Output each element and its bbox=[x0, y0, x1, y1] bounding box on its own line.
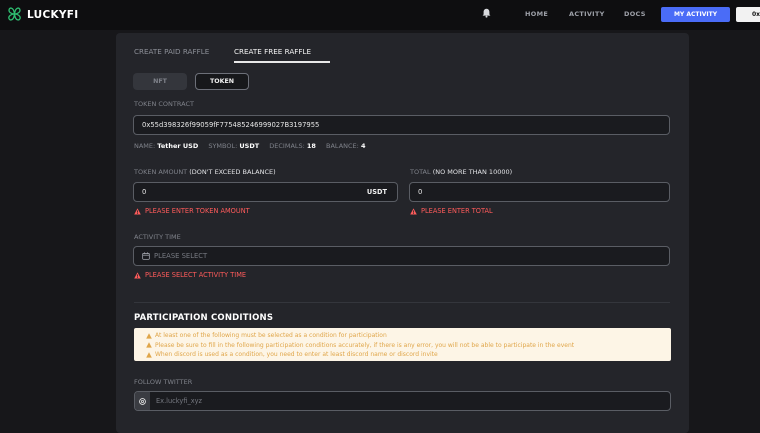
activity-time-placeholder: PLEASE SELECT bbox=[154, 252, 208, 260]
notice-text: When discord is used as a condition, you… bbox=[155, 351, 438, 359]
activity-time-error-text: PLEASE SELECT ACTIVITY TIME bbox=[145, 271, 247, 279]
activity-time-label: ACTIVITY TIME bbox=[134, 233, 181, 241]
total-value: 0 bbox=[418, 188, 423, 196]
activity-time-input[interactable]: PLEASE SELECT bbox=[133, 246, 670, 266]
nft-type-button[interactable]: NFT bbox=[133, 73, 187, 90]
wallet-button[interactable]: 0x bbox=[736, 7, 760, 22]
total-label-text: TOTAL bbox=[410, 168, 431, 176]
token-amount-hint: (DON'T EXCEED BALANCE) bbox=[189, 168, 276, 176]
token-contract-label: TOKEN CONTRACT bbox=[134, 100, 194, 108]
token-name: Tether USD bbox=[157, 142, 199, 150]
create-raffle-card: CREATE PAID RAFFLE CREATE FREE RAFFLE NF… bbox=[116, 33, 689, 433]
token-info: NAME: Tether USD SYMBOL: USDT DECIMALS: … bbox=[134, 142, 373, 150]
tab-paid-raffle[interactable]: CREATE PAID RAFFLE bbox=[134, 47, 209, 56]
notice-text: Please be sure to fill in the following … bbox=[155, 341, 575, 349]
logo-text: LUCKYFI bbox=[27, 8, 79, 21]
logo[interactable]: LUCKYFI bbox=[6, 7, 78, 22]
nav-activity[interactable]: ACTIVITY bbox=[569, 10, 605, 18]
total-hint: (NO MORE THAN 10000) bbox=[432, 168, 513, 176]
warning-icon bbox=[134, 207, 141, 215]
token-decimals: 18 bbox=[306, 142, 316, 150]
token-amount-input[interactable]: 0 USDT bbox=[133, 182, 398, 202]
warning-icon bbox=[146, 333, 152, 339]
warning-icon bbox=[134, 271, 141, 279]
my-activity-button[interactable]: MY ACTIVITY bbox=[661, 7, 730, 22]
calendar-icon bbox=[142, 252, 150, 260]
tab-free-raffle[interactable]: CREATE FREE RAFFLE bbox=[234, 47, 311, 56]
token-symbol: USDT bbox=[239, 142, 260, 150]
notice-line: At least one of the following must be se… bbox=[146, 331, 671, 341]
total-input[interactable]: 0 bbox=[409, 182, 670, 202]
nav-home[interactable]: HOME bbox=[525, 10, 548, 18]
token-amount-label-text: TOKEN AMOUNT bbox=[134, 168, 188, 176]
nav-docs[interactable]: DOCS bbox=[624, 10, 646, 18]
notice-line: When discord is used as a condition, you… bbox=[146, 350, 671, 360]
token-balance: 4 bbox=[360, 142, 366, 150]
section-divider bbox=[134, 302, 670, 303]
follow-twitter-label: FOLLOW TWITTER bbox=[134, 378, 193, 386]
bell-icon[interactable] bbox=[482, 8, 491, 18]
name-label: NAME: bbox=[134, 142, 156, 150]
token-contract-input[interactable]: 0x55d398326f99059fF775485246999027B31979… bbox=[133, 115, 670, 135]
token-amount-error: PLEASE ENTER TOKEN AMOUNT bbox=[134, 207, 250, 215]
warning-icon bbox=[410, 207, 417, 215]
token-amount-value: 0 bbox=[142, 188, 147, 196]
twitter-placeholder: Ex.luckyfi_xyz bbox=[156, 397, 203, 405]
total-error-text: PLEASE ENTER TOTAL bbox=[421, 207, 493, 215]
symbol-label: SYMBOL: bbox=[208, 142, 238, 150]
token-amount-label: TOKEN AMOUNT (DON'T EXCEED BALANCE) bbox=[134, 168, 276, 176]
balance-label: BALANCE: bbox=[326, 142, 359, 150]
decimals-label: DECIMALS: bbox=[269, 142, 305, 150]
activity-time-error: PLEASE SELECT ACTIVITY TIME bbox=[134, 271, 246, 279]
warning-icon bbox=[146, 342, 152, 348]
total-label: TOTAL (NO MORE THAN 10000) bbox=[410, 168, 512, 176]
participation-conditions-title: PARTICIPATION CONDITIONS bbox=[134, 313, 274, 323]
warning-icon bbox=[146, 352, 152, 358]
token-amount-suffix: USDT bbox=[366, 188, 387, 196]
token-amount-error-text: PLEASE ENTER TOKEN AMOUNT bbox=[145, 207, 250, 215]
total-error: PLEASE ENTER TOTAL bbox=[410, 207, 493, 215]
active-tab-indicator bbox=[234, 61, 330, 63]
twitter-prefix bbox=[135, 392, 150, 410]
clover-icon bbox=[8, 7, 21, 21]
follow-twitter-input[interactable]: Ex.luckyfi_xyz bbox=[134, 391, 671, 411]
conditions-notice: At least one of the following must be se… bbox=[134, 328, 671, 361]
token-type-button[interactable]: TOKEN bbox=[195, 73, 249, 90]
notice-line: Please be sure to fill in the following … bbox=[146, 341, 671, 351]
token-contract-value: 0x55d398326f99059fF775485246999027B31979… bbox=[142, 121, 320, 129]
notice-text: At least one of the following must be se… bbox=[155, 332, 387, 340]
top-nav: LUCKYFI HOME ACTIVITY DOCS MY ACTIVITY 0… bbox=[0, 0, 760, 30]
at-icon bbox=[139, 397, 146, 405]
